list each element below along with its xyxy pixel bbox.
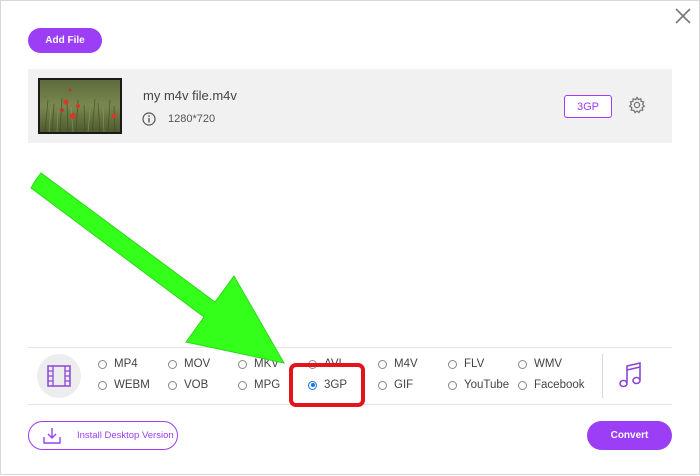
install-desktop-button[interactable]: Install Desktop Version [28, 421, 178, 450]
install-label: Install Desktop Version [77, 430, 174, 441]
selected-format-highlight [289, 363, 365, 407]
download-icon [43, 428, 61, 444]
converter-dialog: Add File my m4v file.m4v 1280*720 3GP MP… [0, 0, 700, 475]
convert-button[interactable]: Convert [587, 421, 672, 450]
